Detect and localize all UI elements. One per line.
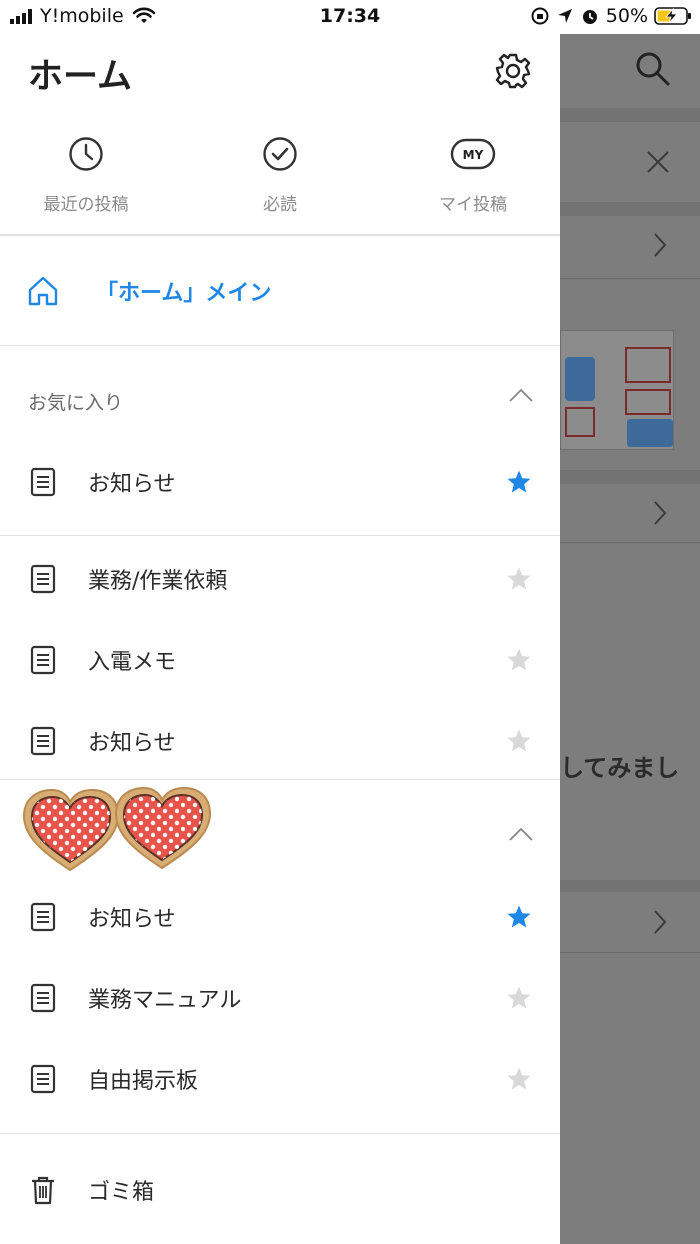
list-item[interactable]: 入電メモ [0,620,560,700]
list-item[interactable]: 業務マニュアル [0,958,560,1038]
battery-charging-icon [654,7,691,25]
rotation-lock-icon [531,7,549,25]
star-filled-icon[interactable] [506,904,532,930]
list-item[interactable]: お知らせ [0,701,560,781]
close-icon[interactable] [646,150,670,174]
favorites-header-label: お気に入り [28,391,124,414]
chevron-right-icon[interactable] [652,232,668,258]
clock-icon [69,137,103,171]
background-page: してみまし [560,34,700,1244]
hearts-sticker-image [22,786,212,872]
must-read-label: 必読 [263,195,297,215]
chevron-up-icon[interactable] [508,386,534,404]
navigation-drawer: ホーム 最近の投稿 必読 MY マイ投稿 「ホーム」メイン お気に入り お知らせ… [0,34,560,1244]
list-item-label: お知らせ [88,907,176,932]
recent-posts-label: 最近の投稿 [43,195,129,215]
house-icon [28,276,58,306]
home-main-link[interactable]: 「ホーム」メイン [0,236,560,346]
trash-icon [32,1176,54,1205]
list-item[interactable]: お知らせ [0,442,560,522]
chevron-up-icon[interactable] [508,825,534,843]
drawer-title: ホーム [28,57,132,97]
star-icon[interactable] [506,566,532,592]
gear-icon[interactable] [494,52,532,90]
list-item-label: 業務/作業依頼 [88,569,228,594]
trash-label: ゴミ箱 [88,1180,155,1205]
quick-actions: 最近の投稿 必読 MY マイ投稿 [0,134,560,236]
alarm-icon [582,10,597,24]
list-item-label: お知らせ [88,731,176,756]
trash-link[interactable]: ゴミ箱 [0,1152,560,1228]
star-icon[interactable] [506,985,532,1011]
star-icon[interactable] [506,647,532,673]
star-filled-icon[interactable] [506,469,532,495]
list-item[interactable]: 自由掲示板 [0,1039,560,1119]
my-posts-button[interactable]: MY マイ投稿 [383,134,563,215]
list-item-label: 入電メモ [88,650,177,675]
favorites-section-header[interactable]: お気に入り [0,358,560,444]
status-right: 50% [530,5,692,27]
must-read-button[interactable]: 必読 [190,134,370,215]
my-badge-icon: MY [450,138,496,170]
document-icon [30,564,56,594]
document-icon [30,902,56,932]
document-icon [30,467,56,497]
search-icon[interactable] [634,50,672,88]
list-item[interactable]: 業務/作業依頼 [0,539,560,619]
document-icon [30,645,56,675]
star-icon[interactable] [506,728,532,754]
chevron-right-icon[interactable] [652,500,668,526]
background-post-text: してみまし [560,754,680,782]
list-item-label: 自由掲示板 [88,1069,199,1094]
post-thumbnail[interactable] [560,330,674,450]
document-icon [30,983,56,1013]
home-main-label: 「ホーム」メイン [96,281,272,306]
list-item[interactable]: お知らせ [0,877,560,957]
list-item-label: お知らせ [88,472,176,497]
document-icon [30,1064,56,1094]
document-icon [30,726,56,756]
list-item-label: 業務マニュアル [88,988,242,1013]
recent-posts-button[interactable]: 最近の投稿 [0,134,176,215]
star-icon[interactable] [506,1066,532,1092]
status-bar: Y!mobile 17:34 50% [0,0,700,34]
battery-percent: 50% [605,5,648,27]
check-circle-icon [263,137,297,171]
my-posts-label: マイ投稿 [439,195,507,215]
location-icon [557,9,572,23]
my-badge-text: MY [463,148,484,162]
chevron-right-icon[interactable] [652,909,668,935]
